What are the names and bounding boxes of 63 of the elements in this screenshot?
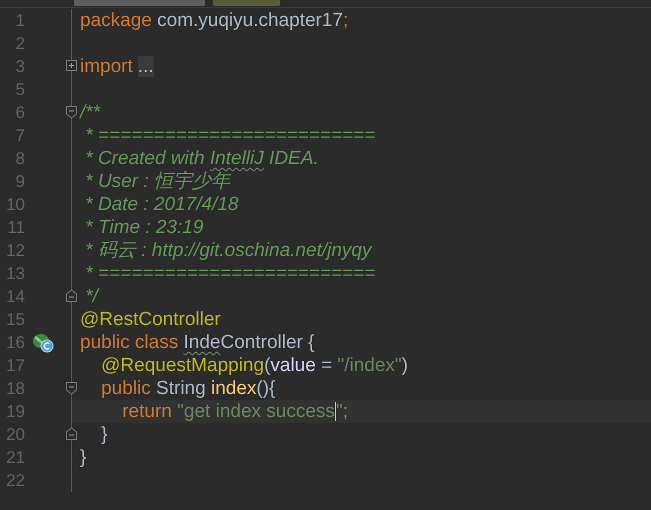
code-token: com.yuqiyu.chapter17 [156, 10, 344, 31]
code-token: " [336, 401, 343, 422]
code-token: value [270, 355, 316, 376]
code-token: ; [343, 10, 348, 31]
fold-expand-icon[interactable] [65, 59, 78, 73]
line-number: 21 [5, 447, 25, 469]
fold-start-icon[interactable] [65, 381, 78, 395]
line-number: 14 [5, 286, 25, 308]
code-token: = [320, 355, 334, 376]
line-number: 16 [5, 332, 25, 354]
code-token: public class [80, 332, 180, 353]
code-token: ; [342, 401, 348, 422]
code-token: String [156, 378, 207, 399]
line-number: 5 [14, 79, 25, 101]
folded-code-marker[interactable]: ... [138, 56, 154, 77]
code-token: import [80, 56, 133, 77]
code-token: */ [84, 286, 98, 307]
line-number: 19 [5, 401, 25, 423]
code-token: @RestController [80, 309, 221, 330]
code-token: Inde [184, 332, 220, 353]
code-token: IDEA. [268, 148, 319, 169]
line-number: 12 [5, 240, 25, 262]
code-token: public [100, 378, 152, 399]
line-number: 1 [14, 10, 25, 32]
code-token: } [80, 447, 86, 468]
line-number: 8 [14, 148, 25, 170]
code-token: * Date : 2017/4/18 [84, 194, 238, 215]
code-token: * ========================= [84, 125, 376, 146]
line-number: 9 [14, 171, 25, 193]
code-token: ( [264, 355, 270, 376]
line-number: 17 [5, 355, 25, 377]
code-token: return [121, 401, 173, 422]
code-token: * User : 恒宇少年 [84, 171, 230, 192]
code-token: "/index" [337, 355, 402, 376]
line-number: 13 [5, 263, 25, 285]
code-token: (){ [256, 378, 276, 399]
line-number: 18 [5, 378, 25, 400]
code-token: * 码云 : http://git.oschina.net/jnyqy [84, 240, 372, 261]
fold-end-icon[interactable] [65, 289, 78, 303]
line-number: 3 [14, 56, 25, 78]
code-token: "get index success [177, 401, 335, 422]
code-token: index [210, 378, 256, 399]
fold-end-icon[interactable] [65, 427, 78, 441]
code-token: Controller { [220, 332, 314, 353]
line-number: 7 [14, 125, 25, 147]
line-number: 6 [14, 102, 25, 124]
line-number: 10 [5, 194, 25, 216]
code-token: * ========================= [84, 263, 376, 284]
line-number: 20 [5, 424, 25, 446]
code-token: * Time : 23:19 [84, 217, 204, 238]
code-token: @RequestMapping [100, 355, 264, 376]
line-number: 2 [14, 33, 25, 55]
code-token: } [100, 424, 108, 445]
code-token: IntelliJ [210, 148, 264, 169]
class-icon[interactable] [31, 332, 55, 354]
fold-start-icon[interactable] [65, 105, 78, 119]
line-number: 22 [5, 470, 25, 492]
code-token: package [80, 10, 152, 31]
line-number: 15 [5, 309, 25, 331]
code-token: * Created with [84, 148, 206, 169]
code-token: ) [402, 355, 408, 376]
code-token: /** [80, 102, 100, 123]
line-number: 11 [6, 217, 25, 239]
